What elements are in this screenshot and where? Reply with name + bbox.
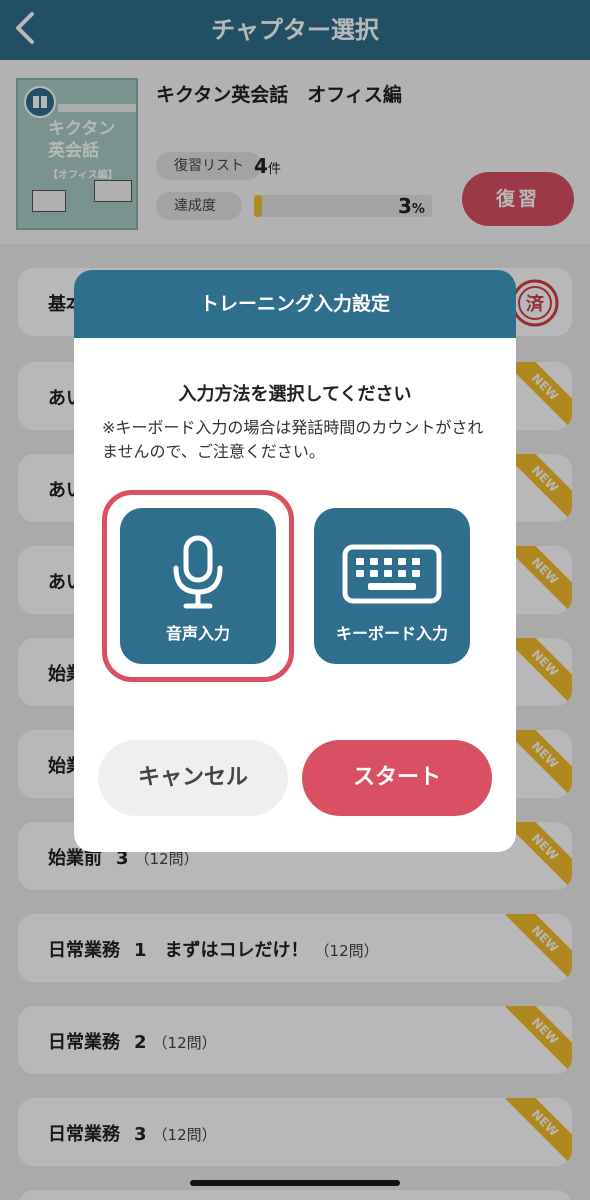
home-indicator (190, 1180, 400, 1186)
keyboard-icon (342, 544, 442, 604)
dialog-note: ※キーボード入力の場合は発話時間のカウントがされませんので、ご注意ください。 (102, 418, 484, 461)
training-input-dialog: トレーニング入力設定 入力方法を選択してください ※キーボード入力の場合は発話時… (74, 270, 516, 852)
microphone-icon (173, 535, 223, 609)
dialog-prompt: 入力方法を選択してください (178, 384, 412, 405)
keyboard-input-label: キーボード入力 (335, 624, 448, 643)
start-button[interactable]: スタート (302, 740, 492, 816)
voice-input-option[interactable]: 音声入力 (120, 508, 276, 664)
voice-input-label: 音声入力 (165, 624, 230, 643)
cancel-button[interactable]: キャンセル (98, 740, 288, 816)
keyboard-input-option[interactable]: キーボード入力 (314, 508, 470, 664)
dialog-title: トレーニング入力設定 (74, 270, 516, 338)
